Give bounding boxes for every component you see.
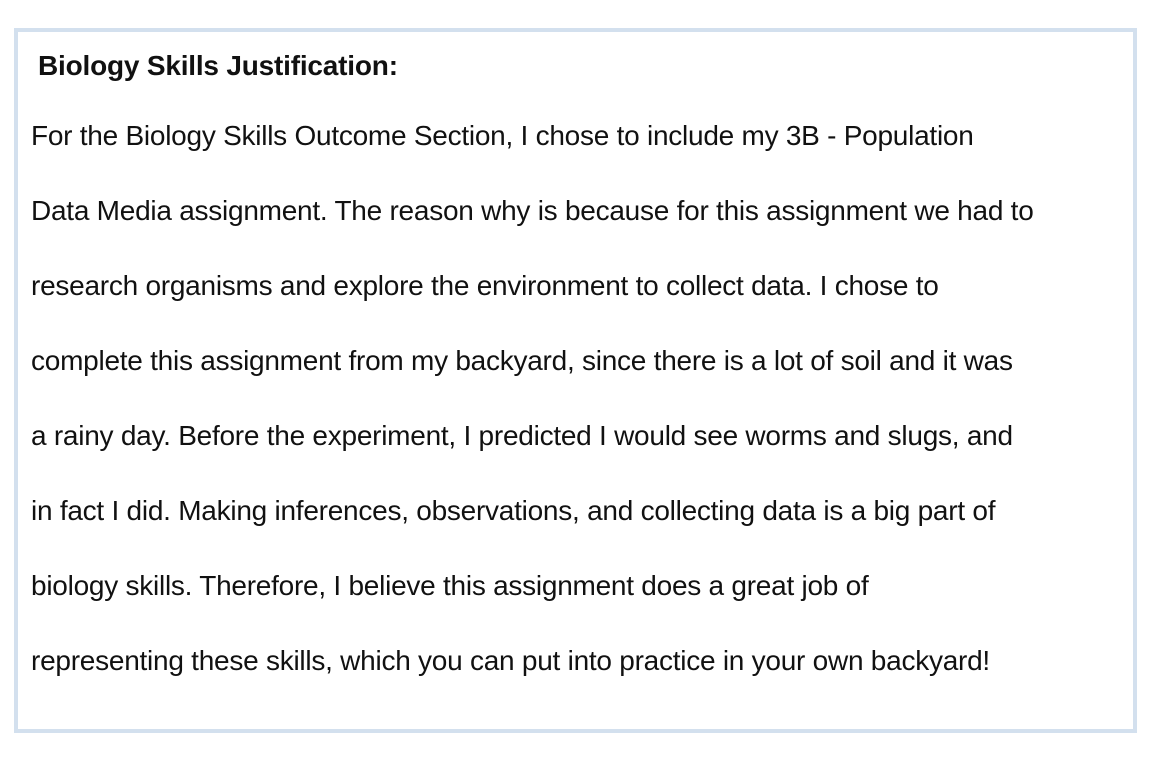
body-line: in fact I did. Making inferences, observ… <box>31 495 996 526</box>
section-heading: Biology Skills Justification: <box>38 50 398 81</box>
body-line: a rainy day. Before the experiment, I pr… <box>31 420 1013 451</box>
justification-body: For the Biology Skills Outcome Section, … <box>31 118 1034 718</box>
body-line: biology skills. Therefore, I believe thi… <box>31 570 869 601</box>
body-line: research organisms and explore the envir… <box>31 270 939 301</box>
body-line: For the Biology Skills Outcome Section, … <box>31 120 974 151</box>
body-line: complete this assignment from my backyar… <box>31 345 1013 376</box>
justification-box: Biology Skills Justification: For the Bi… <box>14 28 1137 733</box>
body-line: representing these skills, which you can… <box>31 645 990 676</box>
body-line: Data Media assignment. The reason why is… <box>31 195 1034 226</box>
